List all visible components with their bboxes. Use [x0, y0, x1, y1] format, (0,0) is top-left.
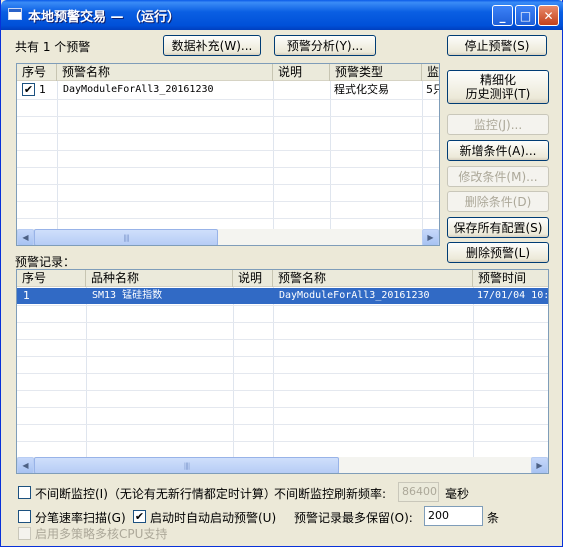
- column-header[interactable]: 预警类型: [330, 64, 422, 81]
- grid-line: [17, 356, 548, 357]
- record-note: [233, 288, 273, 304]
- max-keep-unit-label: 条: [487, 511, 500, 525]
- multi-cpu-label[interactable]: 启用多策略多核CPU支持: [35, 525, 167, 542]
- refined-history-evaluation-button[interactable]: 精细化 历史测评(T): [447, 70, 549, 104]
- grid-line: [17, 133, 439, 134]
- record-product: SM13 锰硅指数: [92, 290, 163, 301]
- grid-line: [17, 441, 548, 442]
- grid-line: [86, 287, 87, 473]
- max-keep-label: 预警记录最多保留(O):: [294, 511, 413, 525]
- grid-line: [17, 150, 439, 151]
- table-row[interactable]: 1 SM13 锰硅指数 DayModuleForAll3_20161230 17…: [17, 288, 548, 304]
- grid-line: [17, 373, 548, 374]
- maximize-button[interactable]: □: [515, 5, 536, 26]
- monitor-button[interactable]: 监控(J)...: [447, 114, 549, 135]
- records-header: 序号 品种名称 说明 预警名称 预警时间: [17, 270, 548, 287]
- column-header[interactable]: 品种名称: [86, 270, 233, 287]
- warning-monitor: 5只: [426, 83, 439, 96]
- grid-line: [17, 99, 439, 100]
- record-index: 1: [23, 289, 30, 302]
- horizontal-scrollbar[interactable]: ◀ |||| ▶: [17, 229, 439, 245]
- column-header[interactable]: 序号: [17, 270, 86, 287]
- warning-enabled-checkbox[interactable]: ✔: [22, 83, 35, 96]
- column-header[interactable]: 预警名称: [57, 64, 273, 81]
- scroll-right-arrow-icon[interactable]: ▶: [531, 457, 548, 473]
- column-header[interactable]: 预警时间: [473, 270, 548, 287]
- grid-line: [273, 81, 274, 245]
- tick-rate-scan-checkbox[interactable]: [18, 510, 31, 523]
- records-title: 预警记录：: [15, 255, 76, 269]
- grid-line: [233, 287, 234, 473]
- grid-line: [17, 201, 439, 202]
- warning-analysis-button[interactable]: 预警分析(Y)...: [274, 35, 376, 56]
- grid-line: [17, 116, 439, 117]
- auto-start-checkbox[interactable]: ✔: [133, 510, 146, 523]
- warning-type: 程式化交易: [334, 83, 389, 96]
- data-supplement-button[interactable]: 数据补充(W)...: [163, 35, 261, 56]
- row-index: 1: [39, 83, 46, 96]
- scroll-thumb[interactable]: ||||: [34, 229, 218, 245]
- warning-records-list[interactable]: 序号 品种名称 说明 预警名称 预警时间 1 SM13 锰硅指数 DayModu…: [16, 269, 549, 474]
- continuous-monitor-checkbox[interactable]: [18, 486, 31, 499]
- modify-condition-button[interactable]: 修改条件(M)...: [447, 166, 549, 187]
- add-condition-button[interactable]: 新增条件(A)...: [447, 140, 549, 161]
- grid-line: [17, 339, 548, 340]
- scroll-right-arrow-icon[interactable]: ▶: [422, 229, 439, 245]
- refresh-frequency-input[interactable]: 86400: [398, 482, 439, 502]
- column-header[interactable]: 说明: [233, 270, 273, 287]
- warning-note: [273, 82, 330, 98]
- warning-list[interactable]: 序号 预警名称 说明 预警类型 监控 ✔ 1 DayModuleForAll3_…: [16, 63, 440, 246]
- auto-start-label[interactable]: 启动时自动启动预警(U): [150, 509, 276, 526]
- grid-line: [17, 424, 548, 425]
- grid-line: [17, 407, 548, 408]
- max-keep-input[interactable]: 200: [424, 506, 483, 526]
- title-bar[interactable]: 本地预警交易 — （运行） _ □ ✕: [1, 0, 563, 30]
- warning-count-label: 共有 1 个预警: [15, 40, 91, 54]
- grid-line: [17, 390, 548, 391]
- column-header[interactable]: 序号: [17, 64, 57, 81]
- warning-name: DayModuleForAll3_20161230: [63, 84, 214, 95]
- refresh-frequency-label: 不间断监控刷新频率:: [274, 487, 387, 501]
- scroll-left-arrow-icon[interactable]: ◀: [17, 457, 34, 473]
- column-header[interactable]: 监控: [422, 64, 439, 81]
- grid-line: [17, 322, 548, 323]
- record-warning-name: DayModuleForAll3_20161230: [279, 290, 430, 301]
- grid-line: [422, 81, 423, 245]
- grid-line: [17, 184, 439, 185]
- grid-line: [17, 167, 439, 168]
- button-line: 历史测评(T): [465, 87, 531, 101]
- grid-line: [17, 305, 548, 306]
- minimize-button[interactable]: _: [492, 5, 513, 26]
- close-button[interactable]: ✕: [538, 5, 559, 26]
- grid-line: [273, 287, 274, 473]
- warning-list-header: 序号 预警名称 说明 预警类型 监控: [17, 64, 439, 81]
- save-all-config-button[interactable]: 保存所有配置(S): [447, 217, 549, 238]
- window-title: 本地预警交易 — （运行）: [28, 10, 181, 25]
- tick-rate-scan-label[interactable]: 分笔速率扫描(G): [35, 509, 126, 526]
- button-line: 精细化: [479, 73, 516, 87]
- refresh-unit-label: 毫秒: [445, 487, 470, 501]
- table-row[interactable]: ✔ 1 DayModuleForAll3_20161230 程式化交易 5只: [17, 82, 439, 98]
- delete-warning-button[interactable]: 删除预警(L): [447, 242, 549, 263]
- local-warning-trading-window: 本地预警交易 — （运行） _ □ ✕ 共有 1 个预警 数据补充(W)... …: [0, 0, 563, 547]
- scroll-left-arrow-icon[interactable]: ◀: [17, 229, 34, 245]
- continuous-monitor-label[interactable]: 不间断监控(I)（无论有无新行情都定时计算）: [35, 485, 276, 502]
- column-header[interactable]: 预警名称: [273, 270, 473, 287]
- grid-line: [17, 218, 439, 219]
- window-app-icon: [8, 8, 22, 20]
- horizontal-scrollbar[interactable]: ◀ |||| ▶: [17, 457, 548, 473]
- record-time: 17/01/04 10:: [477, 290, 549, 301]
- grid-line: [330, 81, 331, 245]
- grid-line: [57, 81, 58, 245]
- delete-condition-button[interactable]: 删除条件(D): [447, 191, 549, 212]
- multi-cpu-checkbox[interactable]: [18, 527, 31, 540]
- stop-warning-button[interactable]: 停止预警(S): [447, 35, 547, 56]
- grid-line: [473, 287, 474, 473]
- column-header[interactable]: 说明: [273, 64, 330, 81]
- scroll-thumb[interactable]: ||||: [34, 457, 339, 473]
